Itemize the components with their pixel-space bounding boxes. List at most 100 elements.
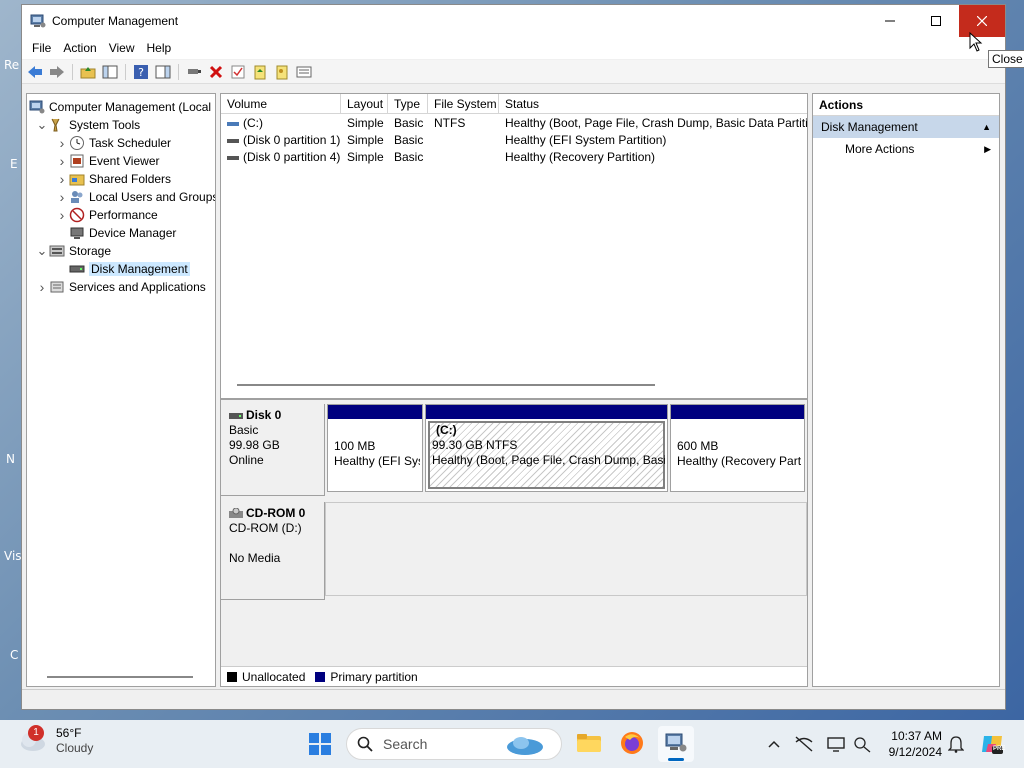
tree-item-label: Computer Management (Local [49, 100, 212, 114]
menu-view[interactable]: View [103, 41, 141, 55]
column-header-file-system[interactable]: File System [428, 94, 499, 114]
tree-item-disk-management[interactable]: Disk Management [55, 260, 190, 278]
copilot-icon[interactable]: PRE [980, 732, 1005, 756]
chevron-right-icon[interactable]: › [35, 279, 49, 295]
tree-item-computer-management-local[interactable]: Computer Management (Local [29, 98, 211, 116]
back-button[interactable] [26, 63, 44, 81]
console-tree[interactable]: Computer Management (Local ⌄ System Tools ›… [26, 93, 216, 687]
column-header-status[interactable]: Status [499, 94, 807, 114]
display-icon[interactable] [826, 734, 846, 754]
partition-recovery[interactable]: 600 MB Healthy (Recovery Part [670, 404, 805, 492]
partition-c[interactable]: (C:) 99.30 GB NTFS Healthy (Boot, Page F… [425, 404, 668, 492]
disk-0-state: Online [229, 453, 264, 467]
chevron-right-icon[interactable]: › [55, 189, 69, 205]
column-header-volume[interactable]: Volume [221, 94, 341, 114]
computer-management-icon [30, 14, 46, 28]
computer-management-taskbar-button[interactable] [658, 726, 694, 762]
tree-item-device-manager[interactable]: Device Manager [55, 224, 176, 242]
desktop-icon-label[interactable]: N [6, 452, 15, 466]
volume-row[interactable]: (Disk 0 partition 4) Simple Basic Healthy (… [221, 149, 807, 166]
taskbar-clock[interactable]: 10:37 AM 9/12/2024 [880, 728, 942, 760]
chevron-right-icon[interactable]: › [55, 207, 69, 223]
firefox-taskbar-button[interactable] [620, 731, 644, 758]
properties-button[interactable] [273, 63, 291, 81]
type-cell: Basic [394, 116, 424, 130]
chevron-right-icon[interactable]: › [55, 135, 69, 151]
chevron-down-icon[interactable]: ⌄ [35, 244, 49, 257]
tree-item-performance[interactable]: › Performance [55, 206, 158, 224]
volume-cell: (C:) [221, 115, 341, 132]
toolbar: ? [22, 60, 1005, 84]
horizontal-scrollbar[interactable] [47, 676, 193, 678]
up-one-level-button[interactable] [79, 63, 97, 81]
desktop-icon-label[interactable]: C [10, 648, 18, 662]
tree-item-event-viewer[interactable]: › Event Viewer [55, 152, 160, 170]
check-button[interactable] [229, 63, 247, 81]
column-header-layout[interactable]: Layout [341, 94, 388, 114]
cdrom-0-area[interactable] [325, 502, 807, 596]
tree-item-shared-folders[interactable]: › Shared Folders [55, 170, 171, 188]
new-button[interactable] [251, 63, 269, 81]
cdrom-0-drive: CD-ROM (D:) [229, 521, 302, 535]
taskbar-search[interactable]: Search [346, 728, 562, 760]
show-hide-action-pane-button[interactable] [154, 63, 172, 81]
more-actions-item[interactable]: More Actions ▶ [813, 138, 999, 160]
show-hidden-icons-chevron-icon[interactable] [764, 734, 784, 754]
delete-x-icon [209, 65, 223, 78]
weather-widget[interactable]: 1 56°F Cloudy [18, 725, 93, 756]
network-offline-icon[interactable] [794, 734, 814, 754]
show-hide-console-tree-button[interactable] [101, 63, 119, 81]
actions-section-label: Disk Management [821, 120, 918, 134]
status-bar [22, 689, 1005, 709]
folder-icon [577, 734, 601, 752]
chevron-right-icon[interactable]: › [55, 171, 69, 187]
partition-c-title: (C:) [436, 423, 457, 437]
toolbar-separator [72, 63, 73, 80]
volume-name: (Disk 0 partition 4) [243, 150, 341, 164]
menu-file[interactable]: File [26, 41, 57, 55]
start-button[interactable] [308, 732, 332, 759]
collapse-up-icon: ▲ [982, 122, 991, 132]
accessibility-icon[interactable] [852, 734, 872, 754]
horizontal-scrollbar[interactable] [237, 384, 655, 386]
actions-section-disk-management[interactable]: Disk Management ▲ [813, 116, 999, 138]
connect-button[interactable] [185, 63, 203, 81]
layout-cell: Simple [347, 116, 384, 130]
file-explorer-taskbar-button[interactable] [576, 732, 602, 757]
help-button[interactable]: ? [132, 63, 150, 81]
clock-date: 9/12/2024 [888, 745, 942, 759]
tree-item-storage[interactable]: ⌄ Storage [35, 242, 111, 260]
cdrom-0-label[interactable]: CD-ROM 0 CD-ROM (D:) No Media [221, 502, 325, 600]
desktop-icon-label[interactable]: Re [4, 58, 19, 72]
desktop-icon-label[interactable]: Vis [4, 549, 22, 563]
desktop-icon-label[interactable]: E [10, 157, 18, 171]
title-bar[interactable]: Computer Management [22, 5, 1005, 37]
menu-action[interactable]: Action [57, 41, 102, 55]
volume-row[interactable]: (C:) Simple Basic NTFS Healthy (Boot, Page F… [221, 115, 807, 132]
partition-icon [227, 133, 243, 147]
volume-row[interactable]: (Disk 0 partition 1) Simple Basic Healthy (… [221, 132, 807, 149]
list-view-button[interactable] [295, 63, 313, 81]
partition-efi[interactable]: 100 MB Healthy (EFI Sys [327, 404, 423, 492]
tree-item-label: Task Scheduler [89, 136, 172, 150]
tree-item-services-and-applications[interactable]: › Services and Applications [35, 278, 206, 296]
chevron-right-icon[interactable]: › [55, 153, 69, 169]
maximize-button[interactable] [913, 5, 959, 37]
partition-efi-size: 100 MB [334, 439, 376, 453]
partition-recovery-text: 600 MB Healthy (Recovery Part [677, 439, 802, 469]
chevron-down-icon[interactable]: ⌄ [35, 118, 49, 131]
tree-item-system-tools[interactable]: ⌄ System Tools [35, 116, 141, 134]
chevron-right-icon: ▶ [984, 144, 991, 154]
shared-folder-icon [69, 171, 85, 187]
minimize-button[interactable] [867, 5, 913, 37]
column-header-type[interactable]: Type [388, 94, 428, 114]
disk-0-label[interactable]: Disk 0 Basic 99.98 GB Online [221, 404, 325, 496]
forward-button[interactable] [48, 63, 66, 81]
tree-item-local-users-and-groups[interactable]: › Local Users and Groups [55, 188, 215, 206]
notification-bell-icon[interactable] [946, 734, 966, 754]
tree-item-task-scheduler[interactable]: › Task Scheduler [55, 134, 171, 152]
services-icon [49, 279, 65, 295]
delete-button[interactable] [207, 63, 225, 81]
primary-partition-bar [426, 405, 667, 419]
menu-help[interactable]: Help [141, 41, 178, 55]
